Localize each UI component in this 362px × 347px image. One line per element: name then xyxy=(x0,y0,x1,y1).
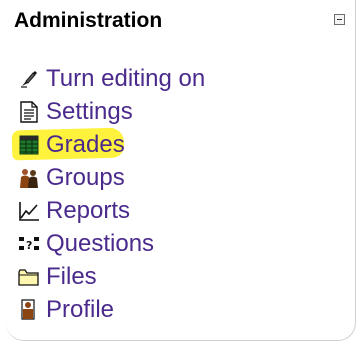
grades-table-icon xyxy=(18,134,40,156)
groups-people-icon xyxy=(18,167,40,189)
admin-menu: Turn editing on Settings Grades Groups R… xyxy=(11,62,205,326)
menu-item-turn-editing-on[interactable]: Turn editing on xyxy=(18,62,205,95)
settings-document-icon xyxy=(18,100,40,123)
menu-item-label: Files xyxy=(46,262,97,290)
block-title: Administration xyxy=(14,9,163,32)
folder-icon xyxy=(18,266,40,288)
menu-item-grades[interactable]: Grades xyxy=(11,127,205,161)
block-header: Administration xyxy=(12,8,352,34)
menu-item-label: Grades xyxy=(46,130,125,158)
menu-item-label: Settings xyxy=(46,97,133,125)
menu-item-label: Reports xyxy=(46,196,131,224)
menu-item-questions[interactable]: ? Questions xyxy=(18,227,205,260)
reports-chart-icon xyxy=(18,200,40,222)
menu-item-groups[interactable]: Groups xyxy=(18,161,205,194)
menu-item-label: Questions xyxy=(46,229,155,257)
edit-pen-icon xyxy=(18,68,40,90)
menu-item-files[interactable]: Files xyxy=(18,260,205,293)
menu-item-reports[interactable]: Reports xyxy=(18,194,205,227)
menu-item-label: Profile xyxy=(46,295,115,323)
menu-item-label: Groups xyxy=(46,163,125,191)
questions-icon: ? xyxy=(18,233,40,255)
collapse-icon[interactable] xyxy=(334,14,345,25)
menu-item-settings[interactable]: Settings xyxy=(18,95,205,128)
svg-text:?: ? xyxy=(26,239,32,252)
profile-icon xyxy=(18,298,40,321)
administration-block: Administration Turn editing on Settings … xyxy=(6,0,356,341)
menu-item-profile[interactable]: Profile xyxy=(18,293,205,326)
menu-item-label: Turn editing on xyxy=(46,64,206,92)
